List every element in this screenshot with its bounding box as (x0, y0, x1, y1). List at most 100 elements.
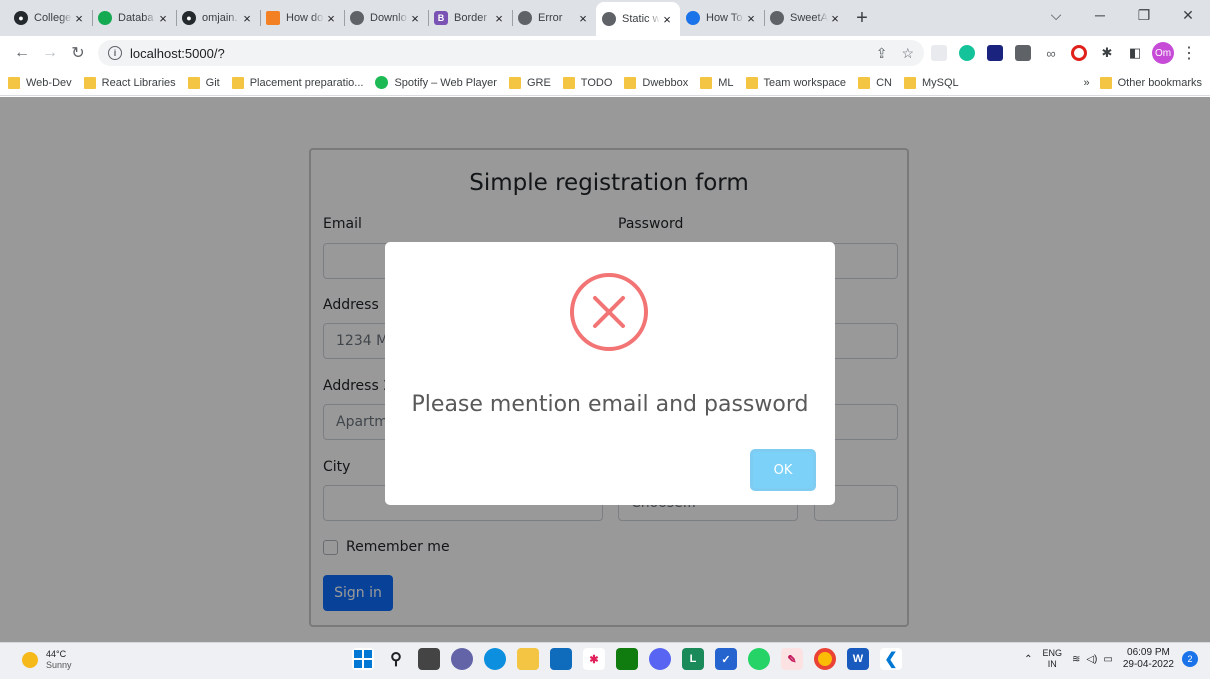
bookmark-folder[interactable]: Team workspace (745, 76, 846, 89)
minimize-icon[interactable]: ─ (1078, 0, 1122, 30)
tab-omjain[interactable]: ● omjain. × (176, 0, 260, 36)
lang-code: ENG (1042, 648, 1062, 658)
todo-icon[interactable]: ✓ (715, 648, 737, 670)
close-icon[interactable]: × (324, 11, 338, 26)
close-icon[interactable]: × (660, 12, 674, 27)
reload-icon[interactable]: ↻ (64, 39, 92, 67)
lms-icon[interactable]: L (682, 648, 704, 670)
close-icon[interactable]: × (492, 11, 506, 26)
tab-border[interactable]: B Border × (428, 0, 512, 36)
mail-icon[interactable] (550, 648, 572, 670)
taskbar: 44°C Sunny ⚲ ✱ L ✓ ✎ W ❮ ⌃ ENG IN ≋ ◁) ▭ (0, 642, 1210, 679)
restore-icon[interactable]: ❐ (1122, 0, 1166, 30)
classroom-icon[interactable] (982, 40, 1008, 66)
notification-badge[interactable]: 2 (1182, 651, 1198, 667)
tab-search-icon[interactable]: ⌵ (1034, 0, 1078, 30)
extension-icon[interactable] (1010, 40, 1036, 66)
edge-icon[interactable] (484, 648, 506, 670)
close-icon[interactable]: × (576, 11, 590, 26)
extension-icon[interactable] (926, 40, 952, 66)
bookmark-folder[interactable]: MySQL (903, 76, 959, 89)
xbox-icon[interactable] (616, 648, 638, 670)
grammarly-icon[interactable] (954, 40, 980, 66)
bookmark-folder[interactable]: React Libraries (83, 76, 176, 89)
tab-title: College (34, 12, 72, 24)
language-indicator[interactable]: ENG IN (1042, 648, 1062, 670)
mongodb-icon (98, 11, 112, 25)
bookmark-link[interactable]: Spotify – Web Player (375, 76, 497, 89)
ok-button[interactable]: OK (750, 449, 816, 491)
search-icon[interactable]: ⚲ (385, 648, 407, 670)
tab-static-active[interactable]: Static w × (596, 2, 680, 36)
windows-start-icon[interactable] (352, 648, 374, 670)
bookmark-folder[interactable]: TODO (562, 76, 613, 89)
paint-icon[interactable]: ✎ (781, 648, 803, 670)
bookmark-label: TODO (580, 76, 613, 89)
discord-icon[interactable] (649, 648, 671, 670)
task-view-icon[interactable] (418, 648, 440, 670)
tab-title: Border (454, 12, 488, 24)
bookmark-label: Placement preparatio... (249, 76, 364, 89)
bookmark-folder[interactable]: Dwebbox (624, 76, 688, 89)
profile-avatar[interactable]: Om (1152, 42, 1174, 64)
file-explorer-icon[interactable] (517, 648, 539, 670)
bookmark-folder[interactable]: Git (187, 76, 220, 89)
link-icon[interactable]: ∞ (1038, 40, 1064, 66)
sidepanel-icon[interactable]: ◧ (1122, 40, 1148, 66)
slack-icon[interactable]: ✱ (583, 648, 605, 670)
folder-icon (624, 76, 637, 89)
other-bookmarks[interactable]: Other bookmarks (1099, 77, 1202, 89)
bookmark-folder[interactable]: CN (858, 76, 892, 89)
window-controls: ⌵ ─ ❐ ✕ (1034, 0, 1210, 30)
opera-icon[interactable] (1066, 40, 1092, 66)
site-info-icon[interactable]: i (108, 46, 122, 60)
bookmark-folder[interactable]: Web-Dev (8, 76, 72, 89)
close-icon[interactable]: × (240, 11, 254, 26)
share-icon[interactable]: ⇪ (876, 45, 888, 62)
taskbar-apps: ⚲ ✱ L ✓ ✎ W ❮ (352, 648, 913, 670)
tab-download[interactable]: Downlo × (344, 0, 428, 36)
bookmarks-right: » Other bookmarks (1084, 70, 1202, 96)
tab-title: How do (286, 12, 324, 24)
weather-widget[interactable]: 44°C Sunny (22, 649, 72, 671)
chevron-up-icon[interactable]: ⌃ (1024, 654, 1032, 665)
bookmark-folder[interactable]: Placement preparatio... (231, 76, 364, 89)
teams-chat-icon[interactable] (451, 648, 473, 670)
close-icon[interactable]: × (72, 11, 86, 26)
wifi-icon[interactable]: ≋ (1072, 654, 1080, 665)
new-tab-button[interactable]: + (848, 0, 876, 36)
tab-college[interactable]: ● College × (8, 0, 92, 36)
whatsapp-icon[interactable] (748, 648, 770, 670)
battery-icon[interactable]: ▭ (1103, 654, 1112, 665)
chrome-icon[interactable] (814, 648, 836, 670)
forward-icon[interactable]: → (36, 39, 64, 67)
tab-title: Downlo (370, 12, 407, 24)
bookmark-star-icon[interactable]: ☆ (901, 45, 914, 62)
vscode-icon[interactable]: ❮ (880, 648, 902, 670)
tab-database[interactable]: Databa × (92, 0, 176, 36)
more-bookmarks-button[interactable]: » (1084, 77, 1090, 89)
tab-how-to[interactable]: How To × (680, 0, 764, 36)
tab-error[interactable]: Error × (512, 0, 596, 36)
clock[interactable]: 06:09 PM 29-04-2022 (1123, 647, 1174, 671)
close-icon[interactable]: × (156, 11, 170, 26)
tab-how-do[interactable]: How do × (260, 0, 344, 36)
tab-sweetalert[interactable]: SweetA × (764, 0, 848, 36)
close-icon[interactable]: × (408, 11, 422, 26)
github-icon: ● (14, 11, 28, 25)
menu-icon[interactable]: ⋮ (1176, 40, 1202, 66)
url-text: localhost:5000/? (130, 45, 225, 61)
back-icon[interactable]: ← (8, 39, 36, 67)
close-window-icon[interactable]: ✕ (1166, 0, 1210, 30)
system-tray: ⌃ ENG IN ≋ ◁) ▭ 06:09 PM 29-04-2022 2 (1024, 647, 1198, 671)
address-bar[interactable]: i localhost:5000/? ⇪ ☆ (98, 40, 924, 66)
globe-icon (602, 12, 616, 26)
close-icon[interactable]: × (828, 11, 842, 26)
close-icon[interactable]: × (744, 11, 758, 26)
puzzle-icon[interactable]: ✱ (1094, 40, 1120, 66)
bookmark-folder[interactable]: ML (700, 76, 734, 89)
volume-icon[interactable]: ◁) (1086, 654, 1097, 665)
bookmark-label: Web-Dev (26, 76, 72, 89)
word-icon[interactable]: W (847, 648, 869, 670)
bookmark-folder[interactable]: GRE (508, 76, 551, 89)
